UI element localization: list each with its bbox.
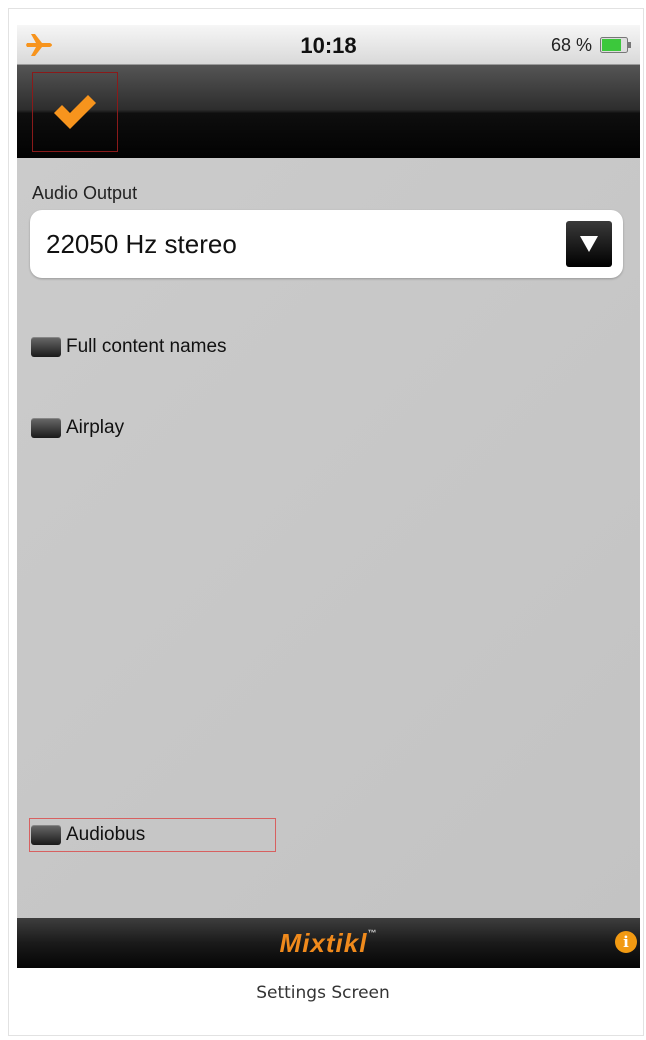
audiobus-checkbox[interactable] xyxy=(31,825,61,845)
audio-output-value: 22050 Hz stereo xyxy=(46,229,237,259)
triangle-down-icon xyxy=(580,236,598,252)
dropdown-arrow-button[interactable] xyxy=(566,221,612,267)
status-bar: 10:18 68 % xyxy=(17,25,640,65)
settings-panel: Audio Output 22050 Hz stereo Full conten… xyxy=(17,158,640,918)
airplay-checkbox[interactable] xyxy=(31,418,61,438)
brand-logo: Mixtikl™ xyxy=(17,928,640,959)
audio-output-label: Audio Output xyxy=(32,183,138,203)
info-icon[interactable]: i xyxy=(615,931,637,953)
top-toolbar xyxy=(17,65,640,158)
full-content-names-label: Full content names xyxy=(66,336,227,357)
phone-screen: 10:18 68 % Audio Output 22050 Hz stereo xyxy=(17,25,640,968)
battery-icon xyxy=(600,37,631,53)
trademark-mark: ™ xyxy=(367,928,378,938)
audio-output-dropdown[interactable]: 22050 Hz stereo xyxy=(30,210,623,278)
full-content-names-option[interactable]: Full content names xyxy=(31,333,227,361)
checkmark-icon xyxy=(54,95,96,129)
airplay-label: Airplay xyxy=(66,417,125,438)
status-time: 10:18 xyxy=(300,33,357,58)
full-content-names-checkbox[interactable] xyxy=(31,337,61,357)
screenshot-caption: Settings Screen xyxy=(256,983,390,1003)
audiobus-option[interactable]: Audiobus xyxy=(31,821,145,849)
battery-percentage: 68 % xyxy=(550,35,592,55)
audiobus-label: Audiobus xyxy=(66,824,146,845)
confirm-button[interactable] xyxy=(32,72,118,152)
airplay-option[interactable]: Airplay xyxy=(31,414,124,442)
bottom-bar: Mixtikl™ i xyxy=(17,918,640,968)
brand-name: Mixtikl xyxy=(279,928,368,958)
